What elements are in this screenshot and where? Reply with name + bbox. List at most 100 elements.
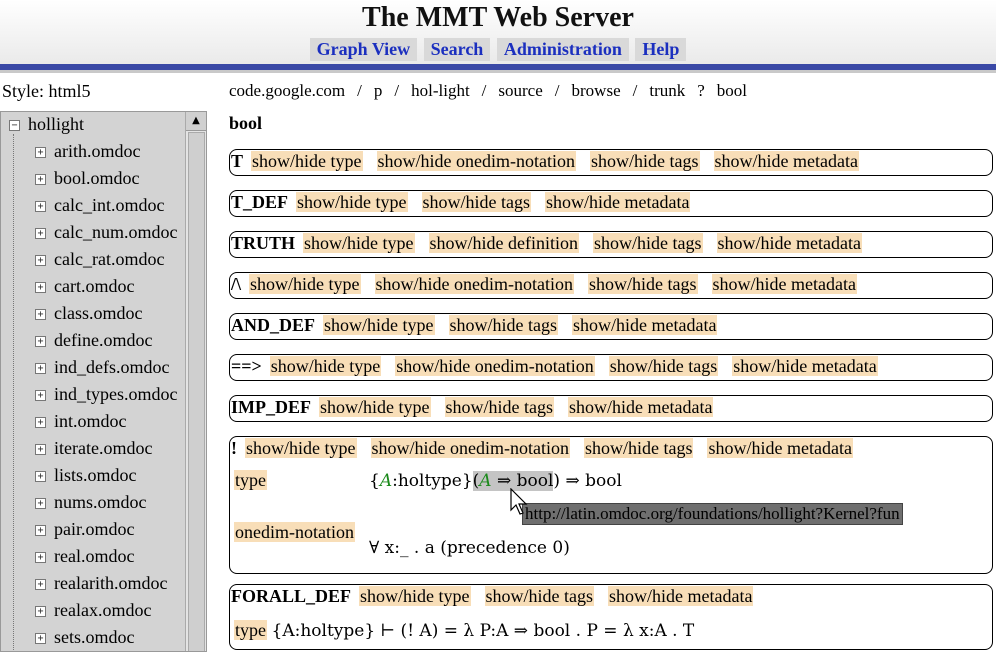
expand-icon[interactable]: + xyxy=(35,633,46,644)
sidebar-item-label[interactable]: ind_types.omdoc xyxy=(54,384,178,404)
sidebar-item-label[interactable]: define.omdoc xyxy=(54,330,152,350)
expand-icon[interactable]: + xyxy=(35,471,46,482)
expand-icon[interactable]: + xyxy=(35,390,46,401)
declaration-name[interactable]: ! xyxy=(231,438,237,458)
onedim-label[interactable]: onedim-notation xyxy=(234,522,355,542)
sidebar-item-label[interactable]: bool.omdoc xyxy=(54,168,140,188)
expand-icon[interactable]: + xyxy=(35,201,46,212)
tree-root[interactable]: − hollight xyxy=(9,114,84,135)
sidebar-item[interactable]: + bool.omdoc xyxy=(35,168,140,189)
declaration-name[interactable]: IMP_DEF xyxy=(231,397,311,417)
toggle-link[interactable]: show/hide definition xyxy=(428,233,579,253)
sidebar-item-label[interactable]: calc_rat.omdoc xyxy=(54,249,164,269)
toggle-link[interactable]: show/hide tags xyxy=(421,192,532,212)
sidebar-item[interactable]: + define.omdoc xyxy=(35,330,152,351)
declaration-name[interactable]: T xyxy=(231,151,243,171)
expand-icon[interactable]: + xyxy=(35,417,46,428)
declaration-name[interactable]: AND_DEF xyxy=(231,315,315,335)
toggle-link[interactable]: show/hide tags xyxy=(590,151,700,171)
expand-icon[interactable]: + xyxy=(35,174,46,185)
breadcrumb-link[interactable]: p xyxy=(374,81,383,100)
breadcrumb-link[interactable]: bool xyxy=(717,81,747,100)
breadcrumb-link[interactable]: hol-light xyxy=(411,81,470,100)
toggle-link[interactable]: show/hide onedim-notation xyxy=(374,274,574,294)
sidebar-item-label[interactable]: class.omdoc xyxy=(54,303,142,323)
nav-help[interactable]: Help xyxy=(635,38,687,61)
toggle-link[interactable]: show/hide metadata xyxy=(568,397,714,417)
sidebar-item-label[interactable]: pair.omdoc xyxy=(54,519,134,539)
sidebar-item[interactable]: + calc_int.omdoc xyxy=(35,195,164,216)
sidebar-item-label[interactable]: real.omdoc xyxy=(54,546,134,566)
toggle-link[interactable]: show/hide tags xyxy=(583,438,694,458)
expand-icon[interactable]: + xyxy=(35,606,46,617)
nav-administration[interactable]: Administration xyxy=(496,38,629,61)
sidebar-item[interactable]: + pair.omdoc xyxy=(35,519,134,540)
sidebar-item-label[interactable]: ind_defs.omdoc xyxy=(54,357,169,377)
sidebar-item[interactable]: + calc_num.omdoc xyxy=(35,222,177,243)
nav-search[interactable]: Search xyxy=(423,38,491,61)
expand-icon[interactable]: + xyxy=(35,147,46,158)
declaration-name[interactable]: FORALL_DEF xyxy=(231,586,351,606)
sidebar-item-label[interactable]: int.omdoc xyxy=(54,411,127,431)
scroll-up-icon[interactable]: ▲ xyxy=(186,112,206,131)
toggle-link[interactable]: show/hide tags xyxy=(593,233,703,253)
sidebar-item-label[interactable]: sets.omdoc xyxy=(54,627,135,647)
toggle-link[interactable]: show/hide metadata xyxy=(716,233,862,253)
collapse-icon[interactable]: − xyxy=(9,120,20,131)
nav-graph-view[interactable]: Graph View xyxy=(309,38,418,61)
toggle-link[interactable]: show/hide metadata xyxy=(572,315,718,335)
toggle-link[interactable]: show/hide tags xyxy=(444,397,554,417)
expand-icon[interactable]: + xyxy=(35,228,46,239)
toggle-link[interactable]: show/hide type xyxy=(323,315,435,335)
toggle-link[interactable]: show/hide onedim-notation xyxy=(370,438,570,458)
toggle-link[interactable]: show/hide tags xyxy=(484,586,595,606)
sidebar-item-label[interactable]: arith.omdoc xyxy=(54,141,140,161)
sidebar-item-label[interactable]: calc_int.omdoc xyxy=(54,195,164,215)
sidebar-item[interactable]: + real.omdoc xyxy=(35,546,134,567)
sidebar-item[interactable]: + cart.omdoc xyxy=(35,276,134,297)
toggle-link[interactable]: show/hide type xyxy=(251,151,363,171)
sidebar-item-label[interactable]: realax.omdoc xyxy=(54,600,151,620)
sidebar-scrollbar[interactable]: ▲ xyxy=(185,112,206,651)
declaration-name[interactable]: ==> xyxy=(231,356,262,376)
breadcrumb-link[interactable]: source xyxy=(498,81,542,100)
expand-icon[interactable]: + xyxy=(35,336,46,347)
sidebar-item[interactable]: + ind_defs.omdoc xyxy=(35,357,169,378)
sidebar-item[interactable]: + nums.omdoc xyxy=(35,492,147,513)
sidebar-item[interactable]: + calc_rat.omdoc xyxy=(35,249,164,270)
sidebar-item[interactable]: + ind_types.omdoc xyxy=(35,384,178,405)
sidebar-item[interactable]: + class.omdoc xyxy=(35,303,142,324)
sidebar-item[interactable]: + lists.omdoc xyxy=(35,465,137,486)
expand-icon[interactable]: + xyxy=(35,579,46,590)
toggle-link[interactable]: show/hide metadata xyxy=(707,438,853,458)
sidebar-item-label[interactable]: cart.omdoc xyxy=(54,276,134,296)
toggle-link[interactable]: show/hide metadata xyxy=(608,586,754,606)
toggle-link[interactable]: show/hide type xyxy=(269,356,382,376)
sidebar-item-label[interactable]: lists.omdoc xyxy=(54,465,137,485)
toggle-link[interactable]: show/hide onedim-notation xyxy=(395,356,595,376)
declaration-name[interactable]: T_DEF xyxy=(231,192,288,212)
expand-icon[interactable]: + xyxy=(35,255,46,266)
expand-icon[interactable]: + xyxy=(35,363,46,374)
declaration-name[interactable]: TRUTH xyxy=(231,233,295,253)
toggle-link[interactable]: show/hide type xyxy=(303,233,415,253)
sidebar-item[interactable]: + iterate.omdoc xyxy=(35,438,152,459)
tree-root-label[interactable]: hollight xyxy=(28,114,84,134)
toggle-link[interactable]: show/hide metadata xyxy=(545,192,691,212)
declaration-name[interactable]: /\ xyxy=(231,274,241,294)
type-label[interactable]: type xyxy=(234,470,267,490)
sidebar-item-label[interactable]: iterate.omdoc xyxy=(54,438,152,458)
expand-icon[interactable]: + xyxy=(35,552,46,563)
expand-icon[interactable]: + xyxy=(35,282,46,293)
toggle-link[interactable]: show/hide type xyxy=(319,397,431,417)
breadcrumb-link[interactable]: browse xyxy=(572,81,621,100)
toggle-link[interactable]: show/hide tags xyxy=(588,274,698,294)
sidebar-item-label[interactable]: nums.omdoc xyxy=(54,492,147,512)
toggle-link[interactable]: show/hide type xyxy=(249,274,361,294)
breadcrumb-link[interactable]: code.google.com xyxy=(229,81,345,100)
toggle-link[interactable]: show/hide tags xyxy=(448,315,558,335)
sidebar-item[interactable]: + realarith.omdoc xyxy=(35,573,167,594)
toggle-link[interactable]: show/hide type xyxy=(296,192,408,212)
sidebar-item[interactable]: + sets.omdoc xyxy=(35,627,135,648)
toggle-link[interactable]: show/hide metadata xyxy=(711,274,857,294)
